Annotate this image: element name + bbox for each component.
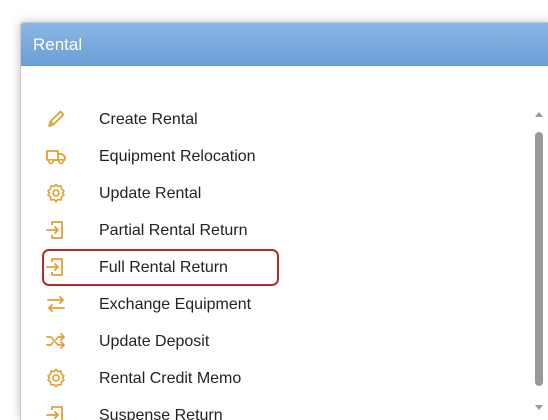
- exchange-arrows-icon: [45, 293, 67, 315]
- menu-item-create-rental[interactable]: Create Rental: [21, 101, 521, 138]
- scrollbar-thumb[interactable]: [535, 132, 543, 386]
- menu-item-rental-credit-memo[interactable]: Rental Credit Memo: [21, 360, 521, 397]
- return-icon: [45, 256, 67, 278]
- menu-item-update-deposit[interactable]: Update Deposit: [21, 323, 521, 360]
- menu-item-exchange-equipment[interactable]: Exchange Equipment: [21, 286, 521, 323]
- rental-menu: Create Rental Equipment Relocation Updat…: [21, 66, 548, 420]
- menu-item-label: Update Deposit: [99, 333, 210, 350]
- menu-item-equipment-relocation[interactable]: Equipment Relocation: [21, 138, 521, 175]
- scroll-down-arrow-icon[interactable]: [534, 400, 544, 410]
- menu-item-label: Create Rental: [99, 111, 198, 128]
- gear-icon: [45, 367, 67, 389]
- menu-item-label: Exchange Equipment: [99, 296, 252, 313]
- shuffle-icon: [45, 330, 67, 352]
- return-icon: [45, 219, 67, 241]
- menu-item-label: Rental Credit Memo: [99, 370, 242, 387]
- menu-item-partial-rental-return[interactable]: Partial Rental Return: [21, 212, 521, 249]
- menu-item-full-rental-return[interactable]: Full Rental Return: [21, 249, 521, 286]
- menu-item-label: Equipment Relocation: [99, 148, 256, 165]
- scroll-up-arrow-icon[interactable]: [534, 106, 544, 117]
- menu-item-suspense-return[interactable]: Suspense Return: [21, 397, 521, 420]
- menu-item-label: Update Rental: [99, 185, 202, 202]
- menu-item-label: Partial Rental Return: [99, 222, 248, 239]
- pencil-icon: [45, 108, 67, 130]
- menu-item-label: Full Rental Return: [99, 259, 228, 276]
- truck-icon: [45, 145, 67, 167]
- return-icon: [45, 404, 67, 420]
- panel-title: Rental: [21, 23, 548, 66]
- gear-icon: [45, 182, 67, 204]
- menu-item-update-rental[interactable]: Update Rental: [21, 175, 521, 212]
- vertical-scrollbar[interactable]: [534, 106, 544, 410]
- rental-panel: Rental Create Rental Equipment Relocatio…: [20, 22, 548, 420]
- menu-item-label: Suspense Return: [99, 407, 223, 420]
